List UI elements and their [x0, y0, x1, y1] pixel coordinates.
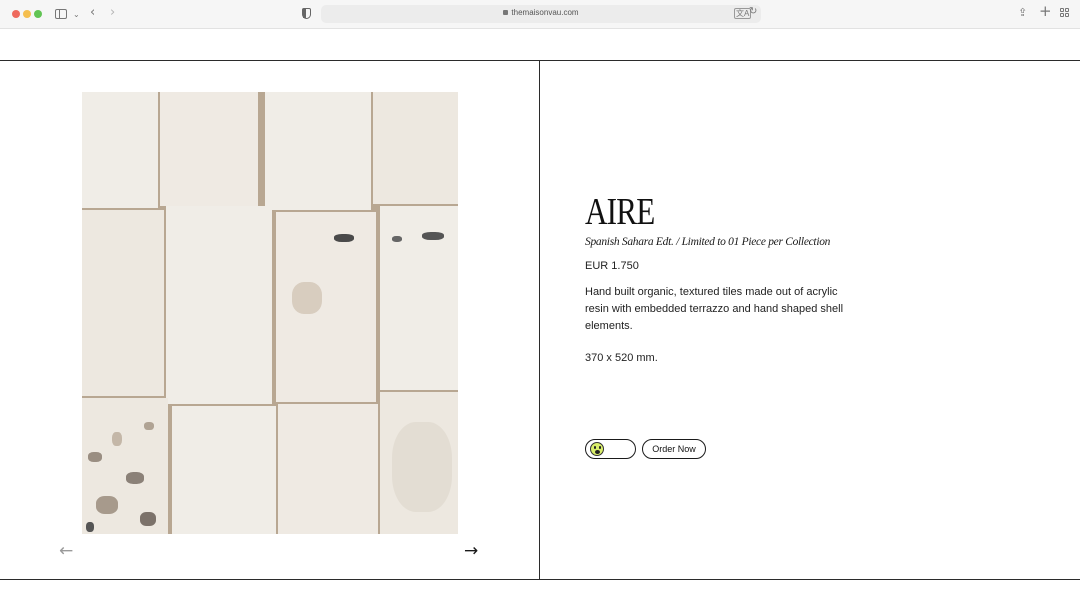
- browser-toolbar: ⌄ ‹ › themaisonvau.com 文A ↻ ⇪ +: [0, 0, 1080, 29]
- face-icon: [590, 442, 604, 456]
- sidebar-icon[interactable]: [55, 9, 67, 19]
- divider-top: [0, 60, 1080, 61]
- forward-icon[interactable]: ›: [110, 6, 115, 20]
- lock-icon: [503, 10, 509, 15]
- divider-bottom: [0, 579, 1080, 580]
- privacy-shield-icon[interactable]: [302, 8, 311, 19]
- product-image: [82, 92, 458, 534]
- previous-image-arrow-icon[interactable]: ←: [59, 543, 73, 560]
- minimize-window-button[interactable]: [23, 10, 31, 18]
- reaction-button[interactable]: [585, 439, 636, 459]
- product-subtitle: Spanish Sahara Edt. / Limited to 01 Piec…: [585, 236, 831, 248]
- product-title: AIRE: [585, 191, 655, 233]
- address-bar[interactable]: themaisonvau.com: [321, 5, 761, 23]
- new-tab-icon[interactable]: +: [1039, 4, 1052, 19]
- tab-overview-icon[interactable]: [1060, 8, 1070, 18]
- next-image-arrow-icon[interactable]: →: [464, 543, 478, 560]
- close-window-button[interactable]: [12, 10, 20, 18]
- product-dimensions: 370 x 520 mm.: [585, 352, 658, 364]
- product-description: Hand built organic, textured tiles made …: [585, 286, 844, 332]
- share-icon[interactable]: ⇪: [1018, 6, 1027, 20]
- back-icon[interactable]: ‹: [90, 6, 95, 20]
- chevron-down-icon[interactable]: ⌄: [73, 8, 80, 22]
- product-price: EUR 1.750: [585, 260, 639, 272]
- reload-icon[interactable]: ↻: [749, 6, 757, 17]
- order-now-button[interactable]: Order Now: [642, 439, 706, 459]
- address-text: themaisonvau.com: [321, 8, 761, 17]
- url-label: themaisonvau.com: [511, 8, 579, 17]
- divider-vertical: [539, 60, 540, 580]
- zoom-window-button[interactable]: [34, 10, 42, 18]
